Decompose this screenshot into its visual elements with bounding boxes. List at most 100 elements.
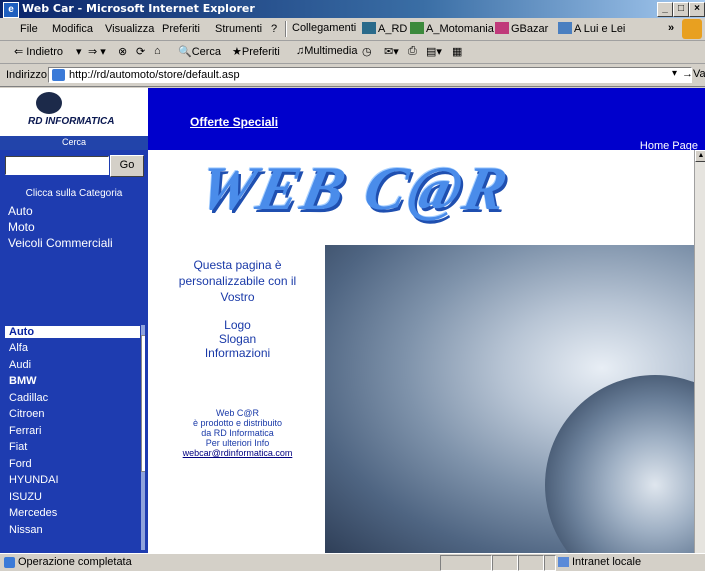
category-auto[interactable]: Auto <box>8 204 33 218</box>
multimedia-button[interactable]: ♫Multimedia <box>296 45 357 57</box>
links-label[interactable]: Collegamenti <box>292 22 356 34</box>
credit-line: da RD Informatica <box>201 428 274 438</box>
forward-button[interactable]: ⇒ ▾ <box>88 45 106 58</box>
email-link-wrap: webcar@rdinformatica.com <box>150 448 325 458</box>
menu-separator <box>285 21 287 37</box>
brand-item[interactable]: ISUZU <box>9 491 42 503</box>
link-icon <box>495 22 509 34</box>
category-title: Clicca sulla Categoria <box>25 188 123 199</box>
web-page: RD INFORMATICA Cerca Offerte Speciali Ho… <box>0 88 705 553</box>
title-bar: e Web Car - Microsoft Internet Explorer … <box>0 0 705 18</box>
go-button[interactable]: →Vai <box>682 68 705 80</box>
back-button[interactable]: ⇐ Indietro <box>14 45 63 58</box>
maximize-button[interactable]: □ <box>673 2 689 17</box>
email-link[interactable]: webcar@rdinformatica.com <box>183 448 293 458</box>
category-moto[interactable]: Moto <box>8 220 35 234</box>
credit-line: Web C@R <box>216 408 259 418</box>
toolbar: ⇐ Indietro ▾ ⇒ ▾ ⊗ ⟳ ⌂ 🔍Cerca ★Preferiti… <box>0 41 705 64</box>
link-motomania[interactable]: A_Motomania <box>410 22 494 35</box>
window-title: Web Car - Microsoft Internet Explorer <box>22 2 255 15</box>
webcar-banner-title: WEB C@R <box>192 155 516 223</box>
logo-globe-icon <box>36 92 62 114</box>
intranet-icon <box>558 557 569 567</box>
status-panel <box>518 555 544 571</box>
menu-help[interactable]: ? <box>271 23 277 35</box>
status-text: Operazione completata <box>18 556 132 568</box>
main-content: WEB C@R Questa pagina è personalizzabile… <box>150 150 694 553</box>
brand-listbox[interactable]: Auto Alfa Audi BMW Cadillac Citroen Ferr… <box>5 325 145 550</box>
brand-item[interactable]: Citroen <box>9 408 44 420</box>
brand-item[interactable]: Fiat <box>9 441 27 453</box>
links-overflow-button[interactable]: » <box>668 22 674 34</box>
feature-informazioni: Informazioni <box>204 346 271 360</box>
stop-icon[interactable]: ⊗ <box>118 45 127 58</box>
link-icon <box>362 22 376 34</box>
credit-line: è prodotto e distribuito <box>192 418 283 428</box>
scroll-up-icon[interactable]: ▲ <box>695 150 705 162</box>
status-panel <box>544 555 556 571</box>
nav-strip <box>148 136 705 150</box>
feature-logo: Logo <box>224 318 251 332</box>
link-icon <box>558 22 572 34</box>
minimize-button[interactable]: _ <box>657 2 673 17</box>
brand-item[interactable]: Cadillac <box>9 392 48 404</box>
intro-line: Vostro <box>220 290 255 304</box>
discuss-icon[interactable]: ▦ <box>452 45 462 58</box>
status-panel <box>440 555 492 571</box>
car-wheel-photo <box>325 245 694 553</box>
brand-item[interactable]: HYUNDAI <box>9 474 59 486</box>
intro-line: personalizzabile con il <box>178 274 297 288</box>
zone-text: Intranet locale <box>572 556 642 568</box>
brand-item[interactable]: Ford <box>9 458 32 470</box>
search-label: Cerca <box>0 136 148 150</box>
brand-item[interactable]: Audi <box>9 359 31 371</box>
refresh-icon[interactable]: ⟳ <box>136 45 145 58</box>
link-a-rd[interactable]: A_RD <box>362 22 407 35</box>
mail-icon[interactable]: ✉▾ <box>384 45 399 58</box>
rd-logo[interactable]: RD INFORMATICA <box>0 88 148 136</box>
wheel-image <box>545 375 694 553</box>
page-scrollbar[interactable]: ▲ <box>694 150 705 553</box>
logo-text: RD INFORMATICA <box>28 116 115 127</box>
edit-icon[interactable]: ▤▾ <box>426 45 442 58</box>
favorites-button[interactable]: ★Preferiti <box>232 45 280 58</box>
back-dropdown-icon[interactable]: ▾ <box>76 45 82 58</box>
brand-scrollbar[interactable] <box>141 325 145 550</box>
link-gbazar[interactable]: GBazar <box>495 22 548 35</box>
brand-item[interactable]: Alfa <box>9 342 28 354</box>
ie-icon: e <box>3 2 19 18</box>
menu-preferiti[interactable]: Preferiti <box>162 23 200 35</box>
address-bar: Indirizzo http://rd/automoto/store/defau… <box>0 64 705 87</box>
print-icon[interactable]: ⎙ <box>408 45 417 58</box>
sidebar: Go Clicca sulla Categoria Auto Moto Veic… <box>0 150 148 553</box>
status-bar: Operazione completata Intranet locale <box>0 553 705 571</box>
brand-item[interactable]: BMW <box>9 375 37 387</box>
address-label: Indirizzo <box>6 69 47 81</box>
credit-line: Per ulteriori Info <box>205 438 270 448</box>
page-icon <box>52 69 65 81</box>
feature-slogan: Slogan <box>218 332 257 346</box>
menu-strumenti[interactable]: Strumenti <box>215 23 262 35</box>
brand-item[interactable]: Nissan <box>9 524 43 536</box>
brand-item-selected[interactable]: Auto <box>5 326 140 338</box>
brand-scroll-thumb[interactable] <box>141 335 145 472</box>
history-icon[interactable]: ◷ <box>362 45 372 58</box>
status-panel <box>492 555 518 571</box>
category-commercial[interactable]: Veicoli Commerciali <box>8 236 113 250</box>
search-button[interactable]: 🔍Cerca <box>178 45 221 58</box>
menu-file[interactable]: File <box>20 23 38 35</box>
special-offers-link[interactable]: Offerte Speciali <box>190 115 278 129</box>
home-icon[interactable]: ⌂ <box>154 45 161 57</box>
menu-visualizza[interactable]: Visualizza <box>105 23 154 35</box>
address-dropdown-icon[interactable]: ▾ <box>672 68 677 79</box>
close-button[interactable]: × <box>689 2 705 17</box>
search-input[interactable] <box>5 156 109 175</box>
menu-modifica[interactable]: Modifica <box>52 23 93 35</box>
intro-line: Questa pagina è <box>193 258 282 272</box>
search-go-button[interactable]: Go <box>110 155 144 177</box>
link-icon <box>410 22 424 34</box>
brand-item[interactable]: Ferrari <box>9 425 41 437</box>
address-input[interactable]: http://rd/automoto/store/default.asp <box>48 67 692 83</box>
brand-item[interactable]: Mercedes <box>9 507 57 519</box>
link-lui-e-lei[interactable]: A Lui e Lei <box>558 22 625 35</box>
